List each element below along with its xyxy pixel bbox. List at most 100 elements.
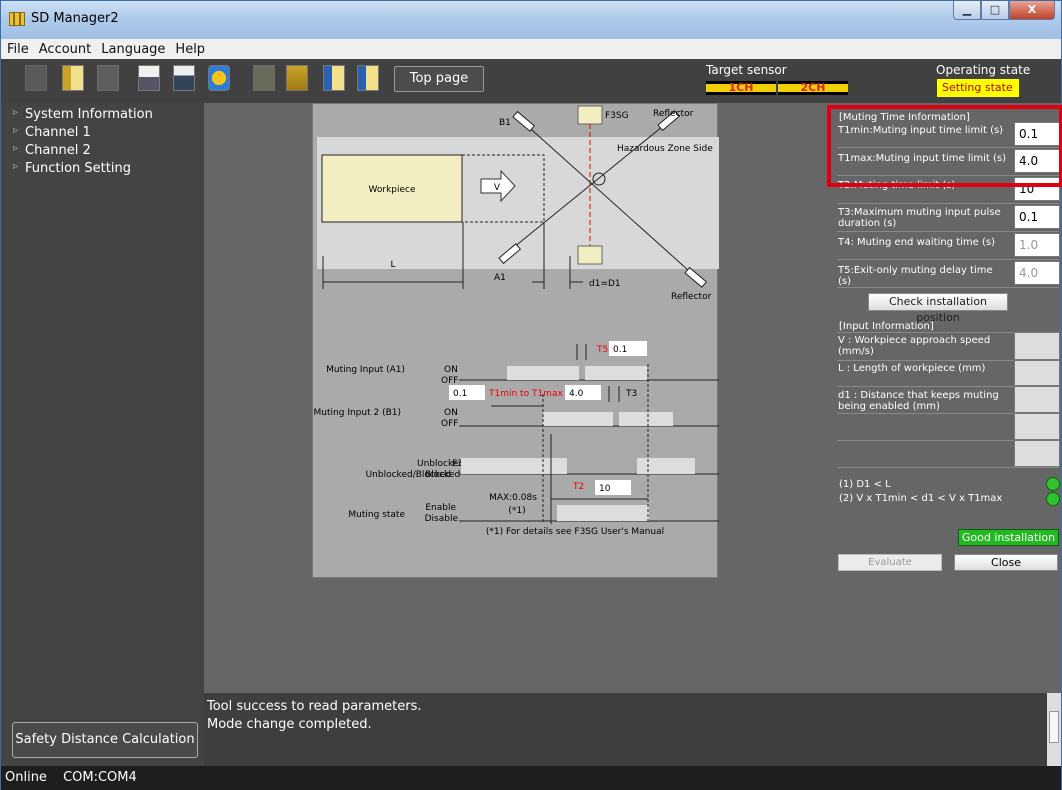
d1-input[interactable] — [1014, 386, 1060, 413]
hazard-label: Hazardous Zone Side — [617, 144, 713, 154]
close-window-button[interactable]: X — [1009, 1, 1055, 20]
com-port: COM:COM4 — [63, 770, 137, 785]
l-input-label: L : Length of workpiece (mm) — [838, 363, 986, 374]
v-input[interactable] — [1014, 332, 1060, 360]
condition-2: (2) V x T1min < d1 < V x T1max — [839, 493, 1003, 504]
book-gear-icon[interactable] — [357, 65, 379, 91]
minimize-button[interactable]: ▁ — [953, 1, 981, 20]
reflector-bottom-icon — [684, 266, 708, 288]
window-title: SD Manager2 — [31, 11, 119, 26]
b1-pulse-1 — [543, 412, 613, 426]
transfer-icon[interactable] — [208, 65, 230, 91]
log-line: Mode change completed. — [207, 717, 372, 732]
lock-disabled-icon — [253, 65, 275, 91]
menu-help[interactable]: Help — [175, 42, 205, 57]
b1-on-label: ON — [444, 408, 458, 418]
muting-state-label: Muting state — [348, 510, 405, 520]
menu-account[interactable]: Account — [39, 42, 92, 57]
ch1-indicator[interactable]: 1CH — [706, 81, 776, 95]
t5-input: 4.0 — [1014, 261, 1060, 285]
t5-value: 0.1 — [613, 345, 627, 355]
scrollbar-thumb[interactable] — [1049, 711, 1059, 743]
blocked-label: Blocked — [425, 470, 460, 480]
a1-label: A1 — [494, 273, 506, 283]
divider — [837, 231, 1059, 232]
condition-1-ok-icon — [1046, 477, 1060, 491]
disable-label: Disable — [425, 514, 459, 524]
menu-language[interactable]: Language — [101, 42, 165, 57]
book-icon[interactable] — [323, 65, 345, 91]
t2-label: T2 — [572, 482, 584, 492]
lock-icon[interactable] — [286, 65, 308, 91]
menu-bar: File Account Language Help — [1, 39, 1061, 59]
reflector-top-label: Reflector — [653, 109, 694, 119]
installation-status-badge: Good installation — [958, 529, 1059, 546]
print-preview-icon[interactable] — [138, 65, 160, 91]
device-icon[interactable] — [25, 65, 47, 91]
t5-label: T5 — [596, 345, 608, 355]
target-sensor-label: Target sensor — [706, 63, 787, 77]
divider — [837, 467, 1059, 468]
f3sg-pulse-2 — [637, 458, 695, 474]
top-page-button[interactable]: Top page — [394, 66, 484, 92]
sidebar-item-system-information[interactable]: System Information — [13, 107, 153, 122]
menu-file[interactable]: File — [7, 42, 29, 57]
input-information-title: [Input Information] — [839, 321, 934, 332]
sidebar-item-function-setting[interactable]: Function Setting — [13, 161, 131, 176]
condition-2-ok-icon — [1046, 492, 1060, 506]
divider — [837, 203, 1059, 204]
extra-input-1[interactable] — [1014, 413, 1060, 440]
reflector-bottom-label: Reflector — [671, 292, 712, 302]
muting-enabled-pulse — [557, 505, 649, 521]
enable-label: Enable — [425, 503, 456, 513]
t2-value: 10 — [599, 484, 611, 494]
check-installation-position-button[interactable]: Check installation position — [868, 293, 1008, 324]
t5-row-label: T5:Exit-only muting delay time (s) — [838, 265, 993, 287]
speed-v-label: V — [494, 183, 501, 193]
t1min-value: 0.1 — [453, 389, 467, 399]
log-area: Tool success to read parameters. Mode ch… — [204, 693, 1061, 766]
ch2-indicator[interactable]: 2CH — [778, 81, 848, 95]
app-logo-icon — [9, 12, 25, 26]
note-1-label: (*1) — [508, 506, 525, 516]
operating-state-label: Operating state — [936, 63, 1031, 77]
t3-input[interactable]: 0.1 — [1014, 205, 1060, 229]
l-input[interactable] — [1014, 360, 1060, 386]
f3sg-label: F3SG — [605, 111, 629, 121]
divider — [837, 259, 1059, 260]
target-sensor-indicator: 1CH 2CH — [706, 81, 848, 95]
d1-label: d1=D1 — [589, 279, 621, 289]
t4-row-label: T4: Muting end waiting time (s) — [838, 237, 995, 248]
operating-state-value: Setting state — [937, 79, 1019, 97]
disabled-icon — [97, 65, 119, 91]
f3sg-top-sensor — [577, 105, 603, 125]
condition-1: (1) D1 < L — [839, 479, 891, 490]
timing-a1-label: Muting Input (A1) — [326, 365, 405, 375]
timing-b1-label: Muting Input 2 (B1) — [314, 408, 401, 418]
maximize-button[interactable]: □ — [981, 1, 1009, 20]
log-line: Tool success to read parameters. — [207, 699, 422, 714]
t4-input: 1.0 — [1014, 233, 1060, 257]
a1-on-label: ON — [444, 365, 458, 375]
evaluate-button: Evaluate — [838, 554, 942, 571]
a1-pulse-2 — [585, 366, 647, 380]
sidebar-item-channel-2[interactable]: Channel 2 — [13, 143, 91, 158]
title-bar: SD Manager2 ▁ □ X — [1, 1, 1061, 39]
log-scrollbar[interactable] — [1047, 693, 1061, 766]
close-button[interactable]: Close — [954, 554, 1058, 571]
footnote: (*1) For details see F3SG User's Manual — [486, 527, 664, 537]
unblocked-label: Unblocked — [417, 459, 464, 469]
max-label: MAX:0.08s — [489, 493, 537, 503]
sidebar: System Information Channel 1 Channel 2 F… — [1, 103, 204, 766]
folder-icon[interactable] — [62, 65, 84, 91]
highlight-box — [827, 105, 1062, 187]
extra-input-2[interactable] — [1014, 440, 1060, 467]
workpiece-label: Workpiece — [368, 185, 415, 195]
t1max-value: 4.0 — [569, 389, 584, 399]
f3sg-bottom-sensor — [577, 245, 603, 265]
b1-label: B1 — [499, 118, 511, 128]
b1-off-label: OFF — [441, 419, 458, 429]
print-icon[interactable] — [173, 65, 195, 91]
safety-distance-calculation-button[interactable]: Safety Distance Calculation — [12, 722, 198, 758]
sidebar-item-channel-1[interactable]: Channel 1 — [13, 125, 91, 140]
